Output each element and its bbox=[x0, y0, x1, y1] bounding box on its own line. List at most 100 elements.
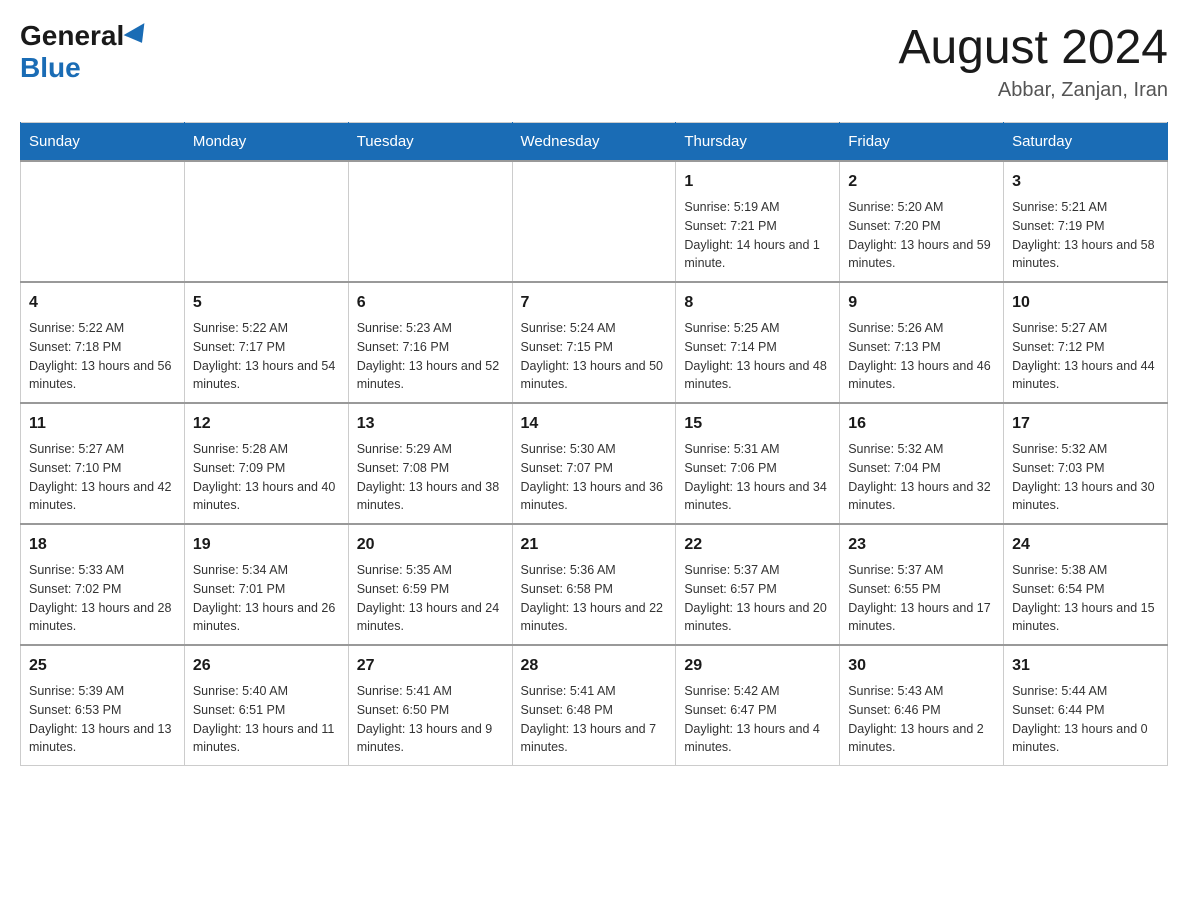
day-number: 2 bbox=[848, 170, 995, 194]
sun-info: Sunrise: 5:23 AMSunset: 7:16 PMDaylight:… bbox=[357, 319, 504, 394]
calendar-cell bbox=[512, 161, 676, 282]
location-subtitle: Abbar, Zanjan, Iran bbox=[898, 79, 1168, 102]
calendar-cell: 10 Sunrise: 5:27 AMSunset: 7:12 PMDayligh… bbox=[1004, 282, 1168, 403]
calendar-week-row: 1 Sunrise: 5:19 AMSunset: 7:21 PMDaylight… bbox=[21, 161, 1168, 282]
sun-info: Sunrise: 5:25 AMSunset: 7:14 PMDaylight:… bbox=[684, 319, 831, 394]
calendar-header-thursday: Thursday bbox=[676, 123, 840, 162]
sun-info: Sunrise: 5:36 AMSunset: 6:58 PMDaylight:… bbox=[521, 561, 668, 636]
sun-info: Sunrise: 5:29 AMSunset: 7:08 PMDaylight:… bbox=[357, 440, 504, 515]
calendar-cell: 25Sunrise: 5:39 AMSunset: 6:53 PMDayligh… bbox=[21, 645, 185, 766]
day-number: 3 bbox=[1012, 170, 1159, 194]
sun-info: Sunrise: 5:41 AMSunset: 6:48 PMDaylight:… bbox=[521, 682, 668, 757]
calendar-cell: 12 Sunrise: 5:28 AMSunset: 7:09 PMDayligh… bbox=[184, 403, 348, 524]
logo: General Blue bbox=[20, 20, 150, 84]
day-number: 1 bbox=[684, 170, 831, 194]
calendar-header-saturday: Saturday bbox=[1004, 123, 1168, 162]
calendar-cell: 21 Sunrise: 5:36 AMSunset: 6:58 PMDayligh… bbox=[512, 524, 676, 645]
day-number: 28 bbox=[521, 654, 668, 678]
day-number: 27 bbox=[357, 654, 504, 678]
day-number: 19 bbox=[193, 533, 340, 557]
sun-info: Sunrise: 5:35 AMSunset: 6:59 PMDaylight:… bbox=[357, 561, 504, 636]
sun-info: Sunrise: 5:19 AMSunset: 7:21 PMDaylight:… bbox=[684, 198, 831, 273]
calendar-cell: 17 Sunrise: 5:32 AMSunset: 7:03 PMDayligh… bbox=[1004, 403, 1168, 524]
calendar-week-row: 18Sunrise: 5:33 AMSunset: 7:02 PMDayligh… bbox=[21, 524, 1168, 645]
calendar-cell: 18Sunrise: 5:33 AMSunset: 7:02 PMDayligh… bbox=[21, 524, 185, 645]
day-number: 20 bbox=[357, 533, 504, 557]
day-number: 23 bbox=[848, 533, 995, 557]
calendar-cell bbox=[184, 161, 348, 282]
sun-info: Sunrise: 5:41 AMSunset: 6:50 PMDaylight:… bbox=[357, 682, 504, 757]
calendar-cell: 5 Sunrise: 5:22 AMSunset: 7:17 PMDaylight… bbox=[184, 282, 348, 403]
calendar-cell: 13 Sunrise: 5:29 AMSunset: 7:08 PMDayligh… bbox=[348, 403, 512, 524]
day-number: 7 bbox=[521, 291, 668, 315]
calendar-cell: 29Sunrise: 5:42 AMSunset: 6:47 PMDayligh… bbox=[676, 645, 840, 766]
sun-info: Sunrise: 5:43 AMSunset: 6:46 PMDaylight:… bbox=[848, 682, 995, 757]
calendar-cell: 24 Sunrise: 5:38 AMSunset: 6:54 PMDayligh… bbox=[1004, 524, 1168, 645]
sun-info: Sunrise: 5:30 AMSunset: 7:07 PMDaylight:… bbox=[521, 440, 668, 515]
day-number: 14 bbox=[521, 412, 668, 436]
sun-info: Sunrise: 5:21 AMSunset: 7:19 PMDaylight:… bbox=[1012, 198, 1159, 273]
sun-info: Sunrise: 5:32 AMSunset: 7:04 PMDaylight:… bbox=[848, 440, 995, 515]
day-number: 11 bbox=[29, 412, 176, 436]
header: General Blue August 2024 Abbar, Zanjan, … bbox=[20, 20, 1168, 102]
day-number: 5 bbox=[193, 291, 340, 315]
calendar-cell: 23 Sunrise: 5:37 AMSunset: 6:55 PMDayligh… bbox=[840, 524, 1004, 645]
sun-info: Sunrise: 5:39 AMSunset: 6:53 PMDaylight:… bbox=[29, 682, 176, 757]
logo-triangle-icon bbox=[124, 23, 153, 49]
calendar-header-wednesday: Wednesday bbox=[512, 123, 676, 162]
calendar-header-tuesday: Tuesday bbox=[348, 123, 512, 162]
calendar-header-sunday: Sunday bbox=[21, 123, 185, 162]
calendar-header-friday: Friday bbox=[840, 123, 1004, 162]
calendar-cell: 28 Sunrise: 5:41 AMSunset: 6:48 PMDayligh… bbox=[512, 645, 676, 766]
day-number: 30 bbox=[848, 654, 995, 678]
sun-info: Sunrise: 5:22 AMSunset: 7:17 PMDaylight:… bbox=[193, 319, 340, 394]
day-number: 4 bbox=[29, 291, 176, 315]
sun-info: Sunrise: 5:32 AMSunset: 7:03 PMDaylight:… bbox=[1012, 440, 1159, 515]
day-number: 24 bbox=[1012, 533, 1159, 557]
sun-info: Sunrise: 5:22 AMSunset: 7:18 PMDaylight:… bbox=[29, 319, 176, 394]
sun-info: Sunrise: 5:34 AMSunset: 7:01 PMDaylight:… bbox=[193, 561, 340, 636]
calendar-cell: 22 Sunrise: 5:37 AMSunset: 6:57 PMDayligh… bbox=[676, 524, 840, 645]
day-number: 10 bbox=[1012, 291, 1159, 315]
calendar-cell: 15 Sunrise: 5:31 AMSunset: 7:06 PMDayligh… bbox=[676, 403, 840, 524]
day-number: 21 bbox=[521, 533, 668, 557]
day-number: 26 bbox=[193, 654, 340, 678]
calendar-cell bbox=[348, 161, 512, 282]
calendar-cell: 7 Sunrise: 5:24 AMSunset: 7:15 PMDaylight… bbox=[512, 282, 676, 403]
sun-info: Sunrise: 5:44 AMSunset: 6:44 PMDaylight:… bbox=[1012, 682, 1159, 757]
day-number: 13 bbox=[357, 412, 504, 436]
calendar-header-monday: Monday bbox=[184, 123, 348, 162]
calendar-cell: 20 Sunrise: 5:35 AMSunset: 6:59 PMDayligh… bbox=[348, 524, 512, 645]
logo-blue-text: Blue bbox=[20, 52, 81, 84]
logo-general-text: General bbox=[20, 20, 124, 52]
day-number: 12 bbox=[193, 412, 340, 436]
calendar-cell: 8 Sunrise: 5:25 AMSunset: 7:14 PMDaylight… bbox=[676, 282, 840, 403]
sun-info: Sunrise: 5:37 AMSunset: 6:55 PMDaylight:… bbox=[848, 561, 995, 636]
day-number: 16 bbox=[848, 412, 995, 436]
calendar-cell: 1 Sunrise: 5:19 AMSunset: 7:21 PMDaylight… bbox=[676, 161, 840, 282]
day-number: 31 bbox=[1012, 654, 1159, 678]
day-number: 9 bbox=[848, 291, 995, 315]
calendar-cell: 19 Sunrise: 5:34 AMSunset: 7:01 PMDayligh… bbox=[184, 524, 348, 645]
sun-info: Sunrise: 5:28 AMSunset: 7:09 PMDaylight:… bbox=[193, 440, 340, 515]
day-number: 8 bbox=[684, 291, 831, 315]
sun-info: Sunrise: 5:27 AMSunset: 7:12 PMDaylight:… bbox=[1012, 319, 1159, 394]
calendar-week-row: 25Sunrise: 5:39 AMSunset: 6:53 PMDayligh… bbox=[21, 645, 1168, 766]
calendar-cell: 30 Sunrise: 5:43 AMSunset: 6:46 PMDayligh… bbox=[840, 645, 1004, 766]
calendar-table: SundayMondayTuesdayWednesdayThursdayFrid… bbox=[20, 122, 1168, 766]
sun-info: Sunrise: 5:37 AMSunset: 6:57 PMDaylight:… bbox=[684, 561, 831, 636]
sun-info: Sunrise: 5:31 AMSunset: 7:06 PMDaylight:… bbox=[684, 440, 831, 515]
sun-info: Sunrise: 5:38 AMSunset: 6:54 PMDaylight:… bbox=[1012, 561, 1159, 636]
calendar-cell: 4 Sunrise: 5:22 AMSunset: 7:18 PMDaylight… bbox=[21, 282, 185, 403]
calendar-header-row: SundayMondayTuesdayWednesdayThursdayFrid… bbox=[21, 123, 1168, 162]
day-number: 22 bbox=[684, 533, 831, 557]
sun-info: Sunrise: 5:33 AMSunset: 7:02 PMDaylight:… bbox=[29, 561, 176, 636]
day-number: 15 bbox=[684, 412, 831, 436]
title-area: August 2024 Abbar, Zanjan, Iran bbox=[898, 20, 1168, 102]
calendar-cell: 16 Sunrise: 5:32 AMSunset: 7:04 PMDayligh… bbox=[840, 403, 1004, 524]
sun-info: Sunrise: 5:24 AMSunset: 7:15 PMDaylight:… bbox=[521, 319, 668, 394]
sun-info: Sunrise: 5:26 AMSunset: 7:13 PMDaylight:… bbox=[848, 319, 995, 394]
month-year-title: August 2024 bbox=[898, 20, 1168, 75]
day-number: 17 bbox=[1012, 412, 1159, 436]
calendar-cell: 3 Sunrise: 5:21 AMSunset: 7:19 PMDaylight… bbox=[1004, 161, 1168, 282]
